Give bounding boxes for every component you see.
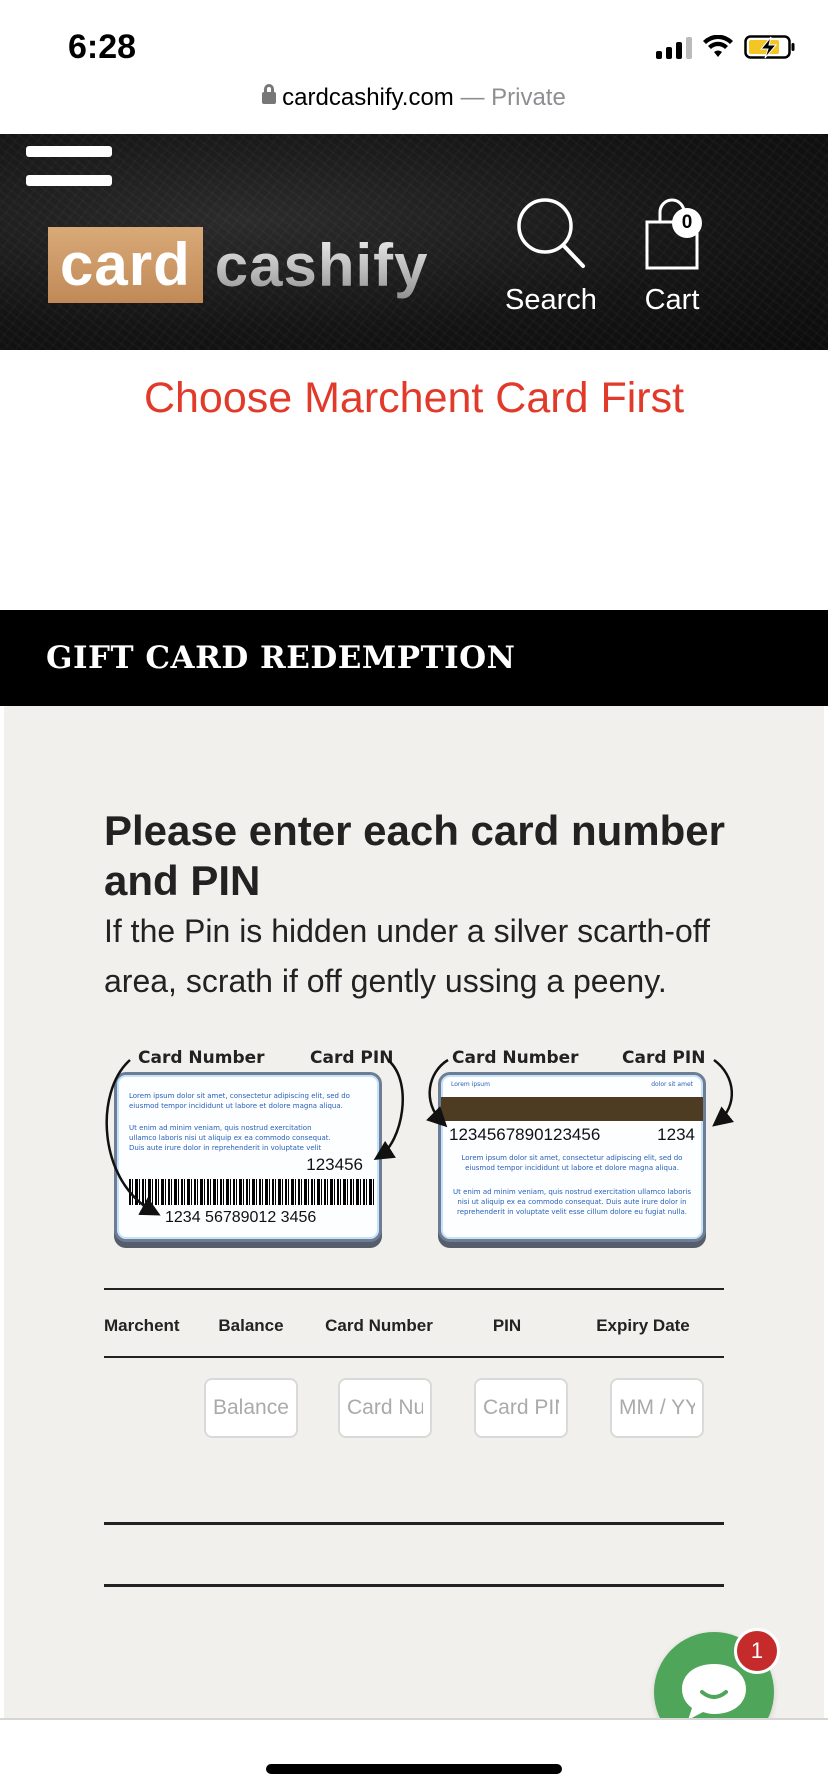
status-time: 6:28 (68, 28, 137, 66)
card-front-text-1: Lorem ipsum dolor sit amet, consectetur … (129, 1092, 350, 1110)
card-back-stripe-right-text: dolor sit amet (651, 1081, 693, 1088)
search-button[interactable]: Search (500, 196, 602, 317)
private-label: Private (491, 84, 566, 111)
front-label-card-pin: Card PIN (310, 1048, 394, 1068)
card-back-text-2: Ut enim ad minim veniam, quis nostrud ex… (453, 1188, 691, 1216)
col-header-pin: PIN (492, 1316, 522, 1335)
table-row-rule (104, 1522, 724, 1525)
barcode-image (129, 1179, 375, 1205)
col-header-expiry: Expiry Date (596, 1316, 690, 1335)
status-bar: 6:28 cardcashify.com — Private (0, 0, 828, 111)
card-front-pin: 123456 (306, 1155, 363, 1174)
signal-icon (656, 35, 692, 59)
browser-bottom-strip (0, 1718, 828, 1792)
wifi-icon (703, 35, 733, 57)
search-icon (517, 198, 585, 268)
col-header-balance: Balance (218, 1316, 284, 1335)
expiry-date-input[interactable] (610, 1378, 704, 1438)
hamburger-icon[interactable] (26, 140, 112, 186)
back-label-card-number: Card Number (452, 1048, 579, 1068)
card-number-input[interactable] (338, 1378, 432, 1438)
col-header-card-number: Card Number (325, 1316, 433, 1335)
instructions-body: If the Pin is hidden under a silver scar… (104, 913, 710, 999)
card-back-image: Lorem ipsum dolor sit amet 1234567890123… (438, 1072, 706, 1242)
logo-card-text: card (48, 227, 203, 303)
url-text: cardcashify.com (282, 84, 454, 111)
cart-count-badge: 0 (672, 208, 702, 238)
card-back-pin: 1234 (657, 1125, 695, 1144)
site-logo[interactable]: card cashify (48, 226, 429, 304)
col-header-merchant: Marchent (104, 1316, 180, 1335)
table-top-rule (104, 1288, 724, 1290)
balance-input[interactable] (204, 1378, 298, 1438)
table-bottom-rule (104, 1584, 724, 1587)
address-bar[interactable]: cardcashify.com — Private (0, 84, 828, 112)
redemption-panel: Please enter each card number and PIN If… (4, 706, 824, 1718)
table-header-rule (104, 1356, 724, 1358)
magnetic-stripe (441, 1097, 703, 1121)
choose-merchant-notice: Choose Marchent Card First (143, 374, 685, 422)
logo-cashify-text: cashify (214, 231, 429, 299)
card-illustration: Card Number Card PIN Card Number Card PI… (102, 1048, 742, 1252)
instructions-title: Please enter each card number and PIN (104, 807, 725, 904)
home-indicator[interactable] (266, 1764, 562, 1774)
card-back-stripe-left-text: Lorem ipsum (451, 1081, 490, 1088)
card-front-text-2: Ut enim ad minim veniam, quis nostrud ex… (129, 1124, 331, 1152)
card-front-number: 1234 56789012 3456 (165, 1209, 317, 1226)
section-title: GIFT CARD REDEMPTION (46, 640, 516, 676)
card-back-text-1: Lorem ipsum dolor sit amet, consectetur … (461, 1154, 683, 1172)
cart-button[interactable]: 0 Cart (630, 196, 714, 317)
card-pin-input[interactable] (474, 1378, 568, 1438)
status-icons (656, 34, 796, 60)
back-label-card-pin: Card PIN (622, 1048, 706, 1068)
site-header: card cashify Search 0 Cart (0, 134, 828, 350)
front-label-card-number: Card Number (138, 1048, 265, 1068)
lock-icon (262, 84, 277, 104)
card-front-image: Lorem ipsum dolor sit amet, consectetur … (114, 1072, 382, 1242)
cart-label: Cart (644, 284, 700, 316)
section-header: GIFT CARD REDEMPTION (0, 610, 828, 706)
url-separator: — (460, 84, 485, 111)
card-back-number: 1234567890123456 (449, 1125, 601, 1144)
chat-notification-badge: 1 (734, 1628, 780, 1674)
battery-charging-icon (744, 35, 795, 59)
search-label: Search (505, 284, 597, 316)
